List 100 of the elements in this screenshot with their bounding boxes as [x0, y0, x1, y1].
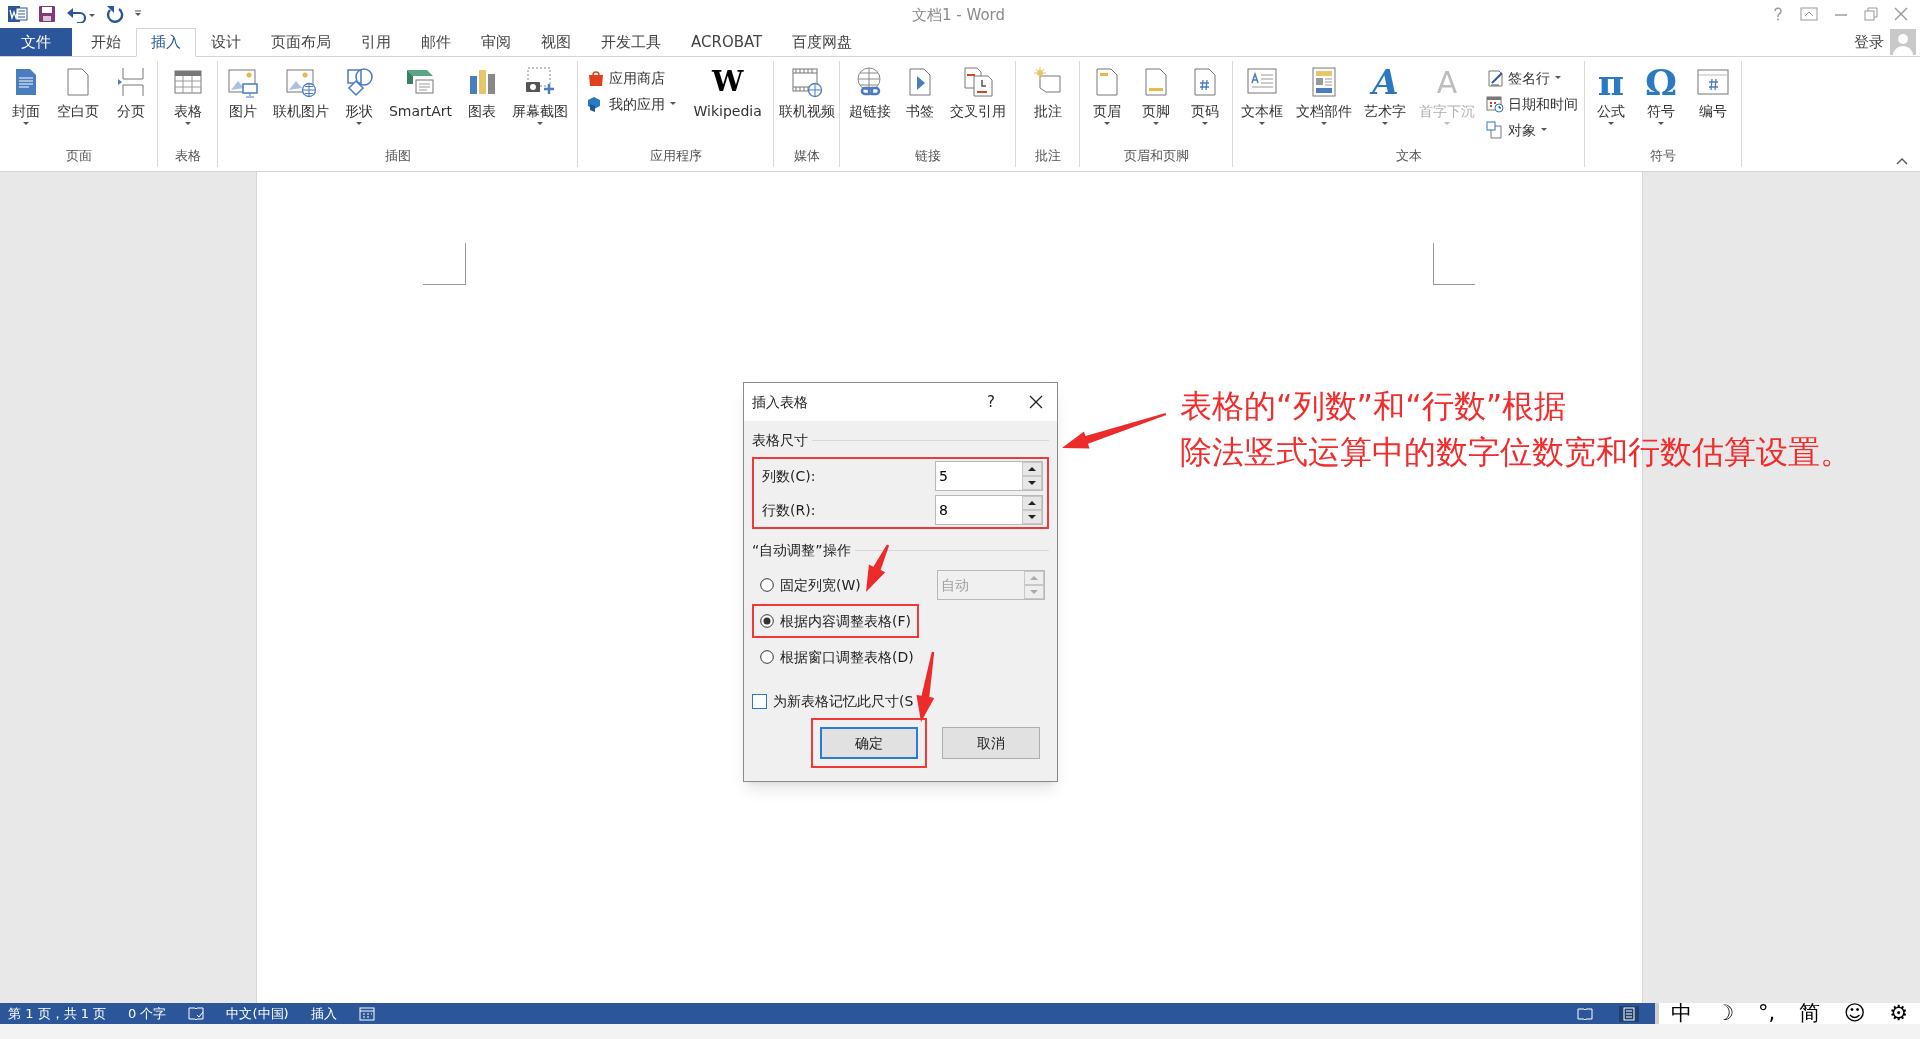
ribbon-button[interactable]: 页眉: [1088, 61, 1125, 127]
ribbon-tab[interactable]: 引用: [346, 28, 406, 56]
ribbon-display-icon[interactable]: [1800, 7, 1818, 21]
ribbon-tab[interactable]: 审阅: [466, 28, 526, 56]
group-label: 文本: [1394, 147, 1423, 165]
status-text: 0 个字: [128, 1004, 167, 1023]
radio-option[interactable]: 根据窗口调整表格(D): [760, 646, 914, 668]
ribbon-tab[interactable]: 百度网盘: [777, 28, 868, 56]
undo-icon[interactable]: [66, 5, 96, 23]
read-mode-icon[interactable]: [1577, 1006, 1593, 1021]
redo-icon[interactable]: [106, 5, 124, 23]
group-label: 应用程序: [648, 147, 703, 165]
ribbon-tab[interactable]: 开始: [76, 28, 136, 56]
ribbon-button[interactable]: 表格: [169, 61, 206, 127]
ribbon-button[interactable]: 图片: [225, 61, 261, 121]
group-label: 插图: [383, 147, 412, 165]
group-label: 页眉和页脚: [1122, 147, 1190, 165]
section-heading: 表格尺寸: [752, 430, 808, 450]
ime-toolbar-button[interactable]: 简: [1798, 1003, 1820, 1024]
group-label: 符号: [1649, 147, 1677, 165]
radio-button[interactable]: [760, 614, 774, 628]
radio-option[interactable]: 固定列宽(W): [760, 574, 861, 596]
spin-down-icon[interactable]: [1022, 510, 1042, 524]
customize-caret-icon[interactable]: [134, 10, 142, 18]
ime-toolbar-button[interactable]: °,: [1758, 1003, 1776, 1024]
calendar-clock-icon: [1485, 95, 1504, 113]
ribbon-button[interactable]: 超链接: [846, 61, 893, 121]
ribbon-button[interactable]: π 公式: [1595, 61, 1627, 127]
ribbon-button[interactable]: 屏幕截图: [510, 61, 570, 127]
word-app-icon[interactable]: [8, 5, 28, 23]
help-button[interactable]: ?: [987, 390, 995, 414]
ime-toolbar-button[interactable]: ☽: [1715, 1003, 1735, 1024]
radio-button[interactable]: [760, 578, 774, 592]
ribbon-button[interactable]: 对象: [1485, 119, 1578, 141]
object-icon: [1485, 121, 1504, 139]
ribbon-tab[interactable]: 开发工具: [586, 28, 676, 56]
arrow: [866, 544, 890, 592]
ribbon-button[interactable]: 页脚: [1138, 61, 1174, 127]
file-tab[interactable]: 文件: [0, 28, 72, 56]
film-globe-icon: [790, 66, 823, 98]
ribbon-tab[interactable]: 视图: [526, 28, 586, 56]
ribbon-tab[interactable]: ACROBAT: [676, 28, 778, 56]
ribbon-tab[interactable]: 设计: [196, 28, 256, 56]
ribbon-button[interactable]: SmartArt: [386, 61, 455, 121]
ribbon-button[interactable]: 书签: [902, 61, 939, 121]
ribbon-button[interactable]: 编号: [1695, 61, 1731, 121]
ribbon-button[interactable]: 封面: [7, 61, 44, 127]
annotation-text: 表格的“列数”和“行数”根据: [1180, 386, 1568, 427]
glyph-icon: π: [1597, 65, 1625, 99]
ribbon-button[interactable]: 签名行: [1485, 67, 1578, 89]
radio-option[interactable]: 根据内容调整表格(F): [760, 610, 911, 632]
picture-icon: [227, 66, 259, 98]
ribbon-button[interactable]: 日期和时间: [1485, 93, 1578, 115]
collapse-ribbon-icon[interactable]: [1896, 157, 1908, 165]
ribbon-button[interactable]: 批注: [1029, 61, 1066, 121]
macro-record-icon[interactable]: [358, 1005, 375, 1022]
ribbon-button[interactable]: 文档部件: [1293, 61, 1354, 127]
dialog-button[interactable]: 取消: [942, 727, 1040, 759]
ribbon-button[interactable]: 分页: [113, 61, 150, 121]
ribbon-button[interactable]: 页码: [1187, 61, 1224, 127]
ime-toolbar-button[interactable]: ☺: [1843, 1003, 1866, 1024]
ribbon-button[interactable]: 图表: [464, 61, 501, 121]
status-text: 插入: [310, 1004, 337, 1023]
ribbon-tab[interactable]: 插入: [136, 28, 196, 57]
number-box-icon: [1697, 66, 1729, 98]
spin-up-icon[interactable]: [1022, 496, 1042, 510]
ribbon-button[interactable]: 形状: [340, 61, 377, 127]
ribbon-button[interactable]: Ω 符号: [1642, 61, 1679, 127]
field-label: 列数(C):: [762, 466, 816, 486]
remember-size-checkbox[interactable]: 为新表格记忆此尺寸(S: [752, 691, 1049, 712]
ribbon-tab[interactable]: 邮件: [406, 28, 466, 56]
radio-button[interactable]: [760, 650, 774, 664]
ribbon-button[interactable]: 空白页: [55, 61, 102, 121]
close-icon[interactable]: [1029, 395, 1043, 409]
ribbon-button[interactable]: 我的应用: [587, 93, 678, 115]
ribbon-button[interactable]: 交叉引用: [948, 61, 1009, 121]
window-title: 文档1 - Word: [912, 5, 1006, 26]
spin-down-icon[interactable]: [1022, 476, 1042, 490]
ribbon-button[interactable]: 联机视频: [776, 61, 837, 121]
ribbon-button[interactable]: W Wikipedia: [691, 61, 764, 121]
number-spinbox[interactable]: 5: [935, 461, 1043, 491]
ime-toolbar-button[interactable]: ⚙: [1889, 1003, 1909, 1024]
print-layout-icon[interactable]: [1619, 1005, 1639, 1022]
dialog-button[interactable]: 确定: [820, 727, 918, 759]
spin-up-icon[interactable]: [1022, 462, 1042, 476]
ribbon-tab[interactable]: 页面布局: [256, 28, 346, 56]
group-label: 表格: [173, 147, 202, 165]
annotation-text: 除法竖式运算中的数字位数宽和行数估算设置。: [1180, 432, 1852, 473]
number-spinbox[interactable]: 8: [935, 495, 1043, 525]
section-heading: “自动调整”操作: [752, 540, 851, 560]
ribbon-button[interactable]: 文本框: [1239, 61, 1286, 127]
ime-toolbar-button[interactable]: 中: [1670, 1003, 1692, 1024]
save-icon[interactable]: [38, 5, 56, 23]
ribbon-button[interactable]: 应用商店: [587, 67, 678, 89]
help-icon[interactable]: [1772, 7, 1784, 21]
sign-in-link[interactable]: 登录: [1854, 30, 1884, 54]
proofing-book-icon[interactable]: [188, 1005, 205, 1022]
checkbox[interactable]: [752, 694, 767, 709]
status-text: 中文(中国): [226, 1004, 289, 1023]
ribbon-button[interactable]: 联机图片: [270, 61, 331, 121]
